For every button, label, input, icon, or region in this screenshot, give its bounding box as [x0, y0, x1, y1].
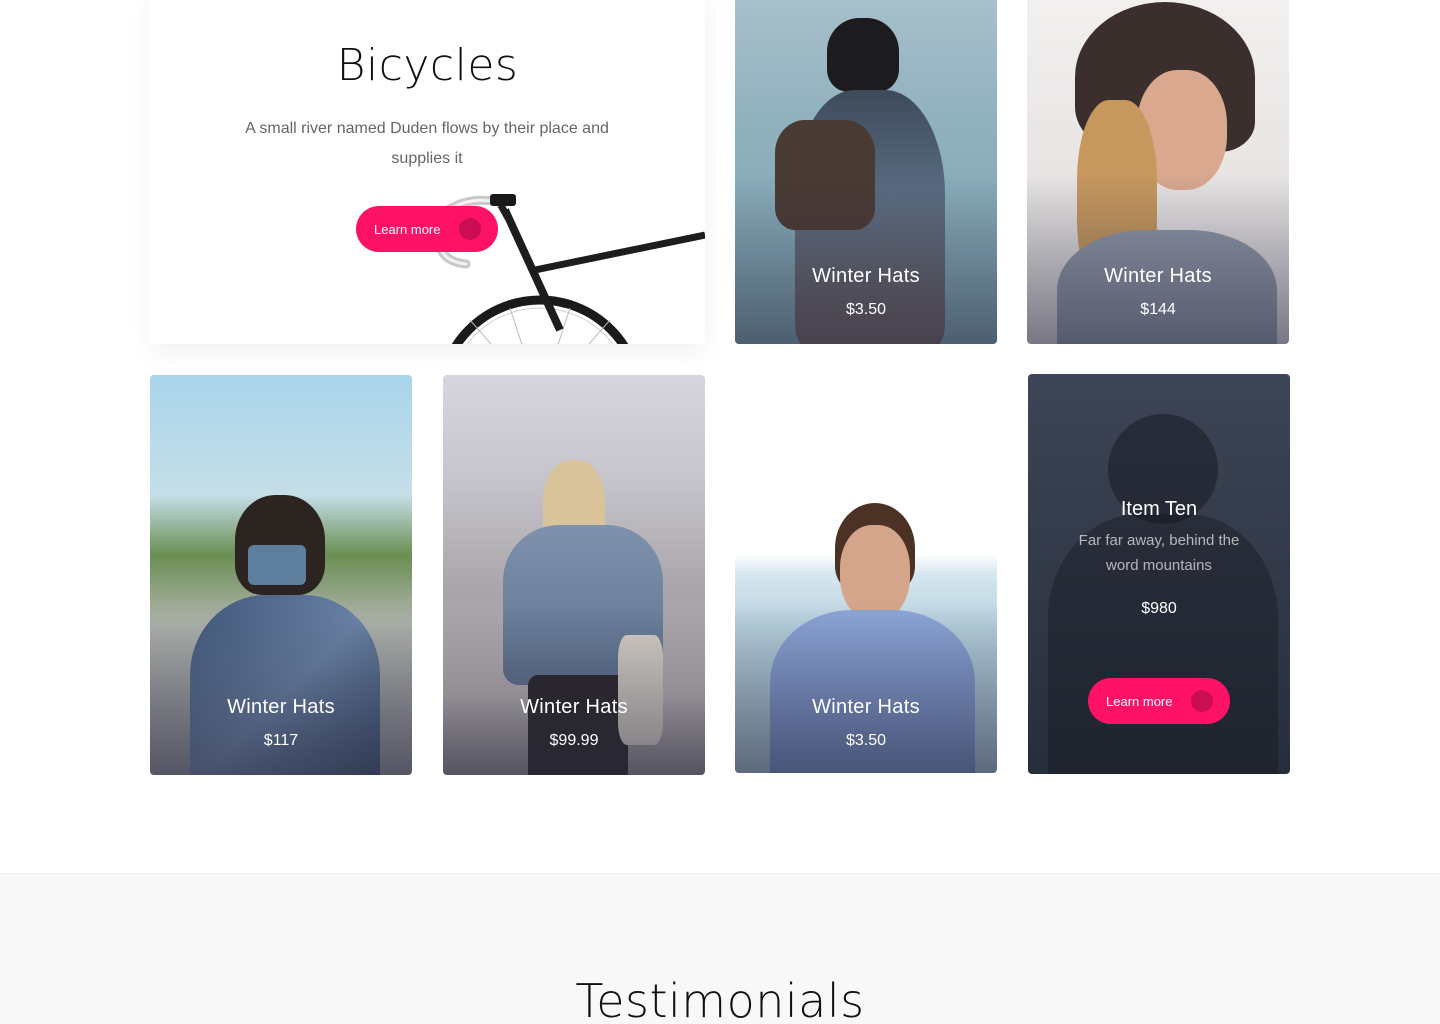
product-card[interactable]: Winter Hats $3.50 — [735, 0, 997, 344]
product-name: Winter Hats — [520, 696, 628, 718]
item-ten-price: $980 — [1141, 600, 1177, 617]
product-card[interactable]: Winter Hats $117 — [150, 375, 412, 775]
feature-title: Bicycles — [336, 40, 519, 91]
product-name: Winter Hats — [227, 696, 335, 718]
learn-more-label: Learn more — [374, 221, 441, 237]
product-name: Winter Hats — [812, 265, 920, 287]
chevron-right-icon: › — [1191, 690, 1213, 712]
product-name: Winter Hats — [812, 696, 920, 718]
learn-more-button[interactable]: Learn more › — [356, 206, 498, 252]
product-price: $3.50 — [845, 301, 887, 318]
chevron-right-icon: › — [459, 218, 481, 240]
learn-more-button[interactable]: Learn more › — [1088, 678, 1230, 724]
testimonials-heading: Testimonials — [575, 974, 865, 1024]
product-card[interactable]: Winter Hats $3.50 — [735, 375, 997, 773]
item-ten-card[interactable]: Item Ten Far far away, behind the word m… — [1028, 374, 1290, 774]
testimonials-section: Testimonials — [0, 873, 1440, 1024]
product-name: Winter Hats — [1104, 265, 1212, 287]
feature-description: A small river named Duden flows by their… — [245, 120, 609, 167]
feature-card-bicycles: Bicycles A small river named Duden flows… — [150, 0, 705, 344]
product-card[interactable]: Winter Hats $99.99 — [443, 375, 705, 775]
product-price: $117 — [263, 732, 299, 749]
product-card[interactable]: Winter Hats $144 — [1027, 0, 1289, 344]
product-price: $144 — [1140, 301, 1176, 318]
item-ten-description: Far far away, behind the word mountains — [1078, 532, 1240, 574]
item-ten-title: Item Ten — [1120, 498, 1198, 520]
product-price: $3.50 — [845, 732, 887, 749]
learn-more-label: Learn more — [1106, 693, 1173, 709]
product-price: $99.99 — [549, 732, 599, 749]
